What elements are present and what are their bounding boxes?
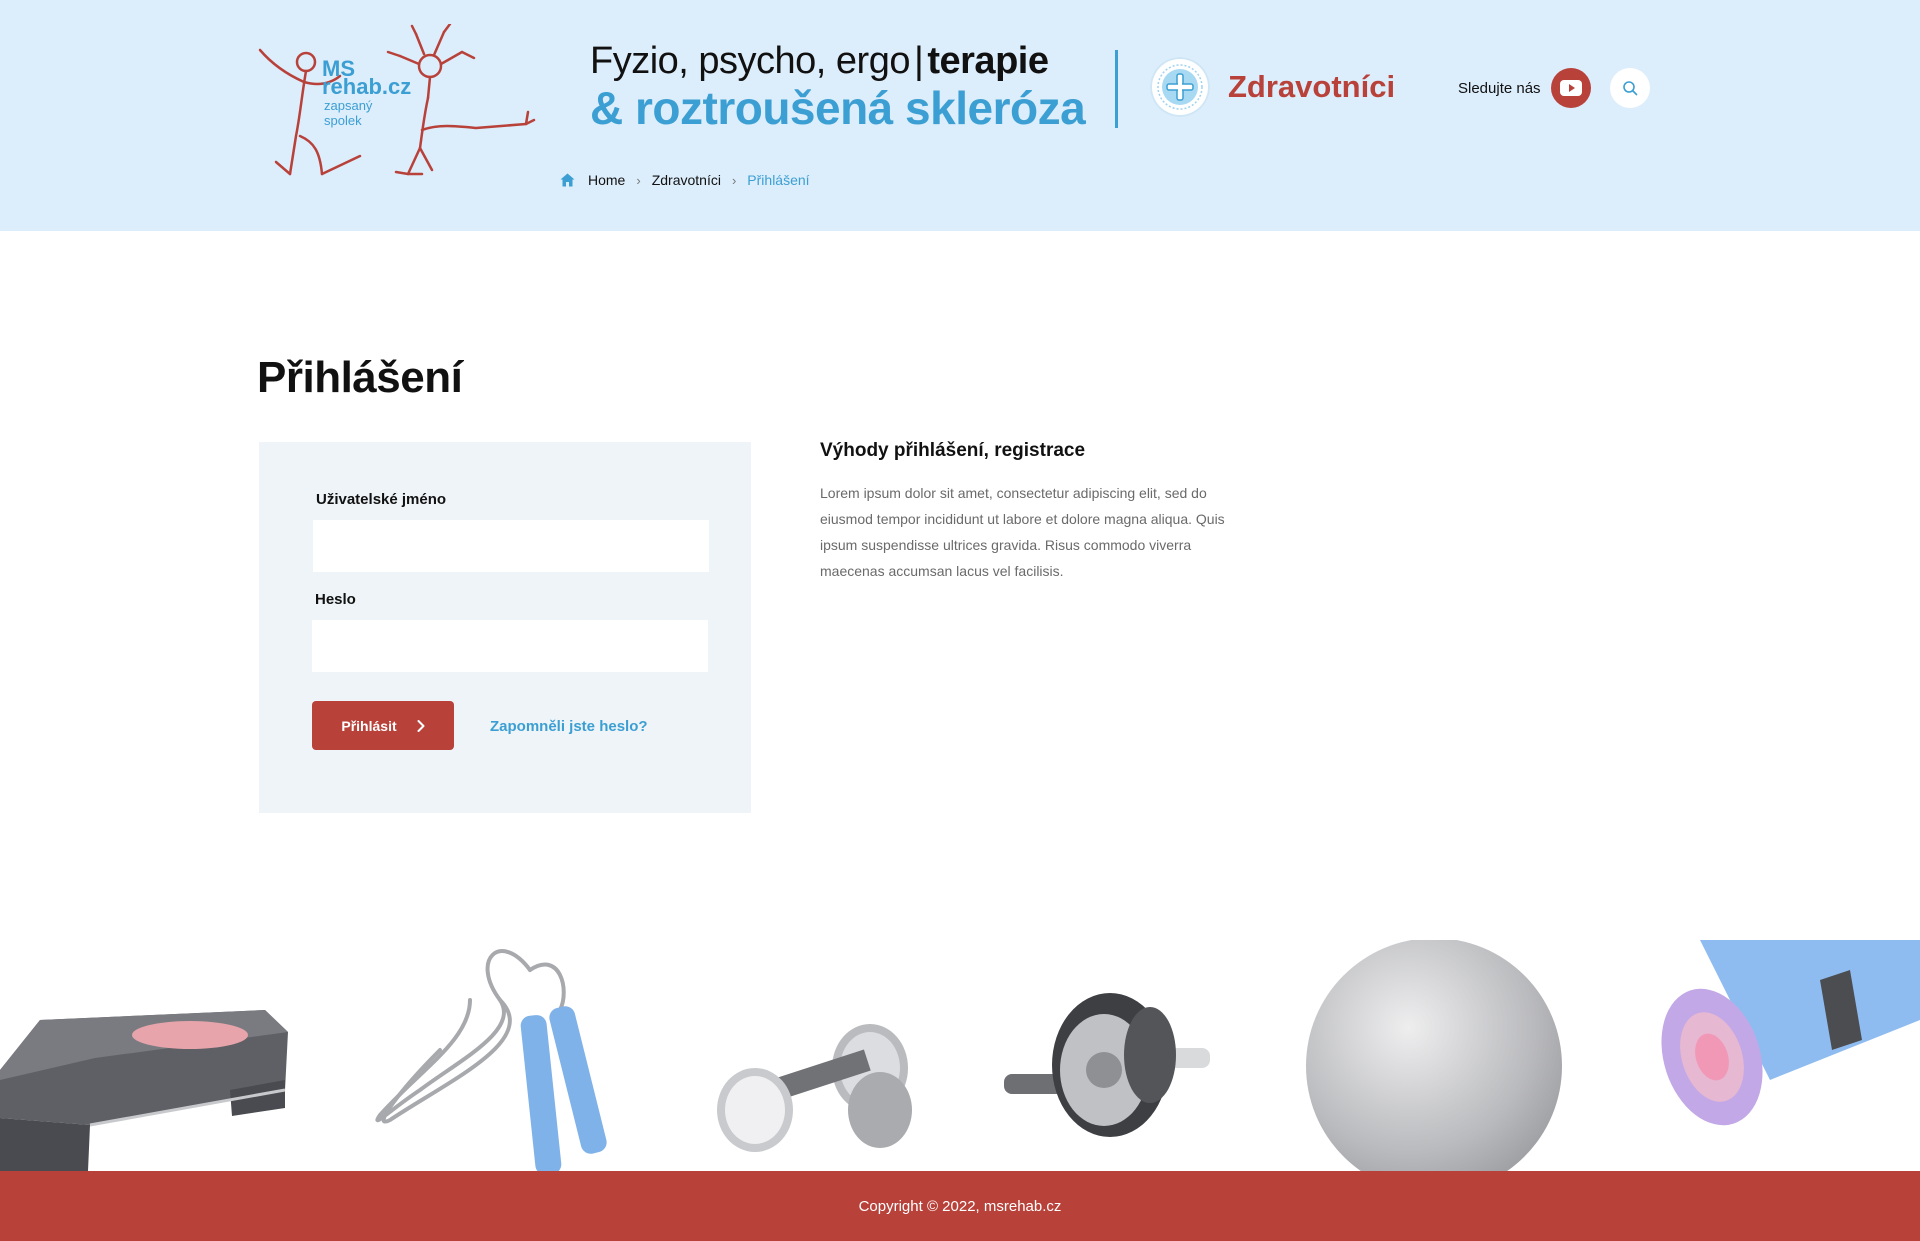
tagline-line1: Fyzio, psycho, ergo | terapie xyxy=(590,40,1085,84)
breadcrumb: Home › Zdravotníci › Přihlášení xyxy=(560,172,810,188)
breadcrumb-current: Přihlášení xyxy=(747,172,810,188)
login-button[interactable]: Přihlásit xyxy=(312,701,454,750)
tagline-therapies: Fyzio, psycho, ergo xyxy=(590,40,910,82)
fitness-ball-image xyxy=(1306,938,1562,1194)
chevron-right-icon: › xyxy=(636,172,641,188)
site-footer: Copyright © 2022, msrehab.cz xyxy=(0,1171,1920,1241)
site-header: MS rehab.cz zapsaný spolek Fyzio, psycho… xyxy=(0,0,1920,231)
password-input[interactable] xyxy=(312,620,708,672)
page-title: Přihlášení xyxy=(257,353,463,403)
logo-text-zapsany: zapsaný xyxy=(324,98,373,113)
tagline-separator: | xyxy=(913,40,924,82)
dumbbells-image xyxy=(717,1024,912,1152)
plus-icon xyxy=(1157,64,1203,110)
jump-rope-handles xyxy=(520,1006,607,1175)
breadcrumb-home[interactable]: Home xyxy=(588,172,625,188)
yoga-mat-image xyxy=(1661,920,1920,1126)
username-label: Uživatelské jméno xyxy=(316,491,447,508)
logo-text-spolek: spolek xyxy=(324,113,362,128)
breadcrumb-zdravotnici[interactable]: Zdravotníci xyxy=(652,172,721,188)
username-input[interactable] xyxy=(313,520,709,572)
logo[interactable]: MS rehab.cz zapsaný spolek xyxy=(256,22,536,179)
section-badge-zdravotnici[interactable]: Zdravotníci xyxy=(1150,57,1395,117)
search-icon xyxy=(1623,81,1638,96)
logo-text-domain: rehab.cz xyxy=(322,74,412,99)
youtube-icon xyxy=(1559,80,1582,96)
section-label: Zdravotníci xyxy=(1228,69,1396,104)
forgot-password-link[interactable]: Zapomněli jste heslo? xyxy=(490,718,648,735)
follow-label: Sledujte nás xyxy=(1458,79,1541,97)
tagline-line2: & roztroušená skleróza xyxy=(590,81,1086,134)
aerobic-step-image xyxy=(0,1010,288,1171)
site-tagline: Fyzio, psycho, ergo | terapie & roztroušen… xyxy=(590,40,1086,134)
ab-wheel-image xyxy=(1004,993,1210,1137)
chevron-right-icon: › xyxy=(731,172,737,188)
badge-circle xyxy=(1150,57,1210,117)
benefits-text: Lorem ipsum dolor sit amet, consectetur … xyxy=(820,485,1225,579)
equipment-strip xyxy=(0,920,1920,1194)
copyright-text: Copyright © 2022, msrehab.cz xyxy=(858,1197,1062,1215)
social-follow: Sledujte nás xyxy=(1458,68,1591,108)
header-divider xyxy=(1115,50,1118,128)
logo-figures xyxy=(258,22,536,176)
login-button-label: Přihlásit xyxy=(341,717,397,734)
password-label: Heslo xyxy=(315,591,356,608)
tagline-terapie: terapie xyxy=(927,40,1049,82)
chevron-right-icon xyxy=(417,719,425,732)
login-form: Uživatelské jméno Heslo Přihlásit Zapomn… xyxy=(259,442,751,813)
benefits-title: Výhody přihlášení, registrace xyxy=(820,440,1086,461)
youtube-button[interactable] xyxy=(1550,68,1591,108)
home-icon[interactable] xyxy=(560,173,575,187)
search-button[interactable] xyxy=(1610,68,1650,108)
login-benefits: Výhody přihlášení, registrace Lorem ipsu… xyxy=(820,440,1240,584)
